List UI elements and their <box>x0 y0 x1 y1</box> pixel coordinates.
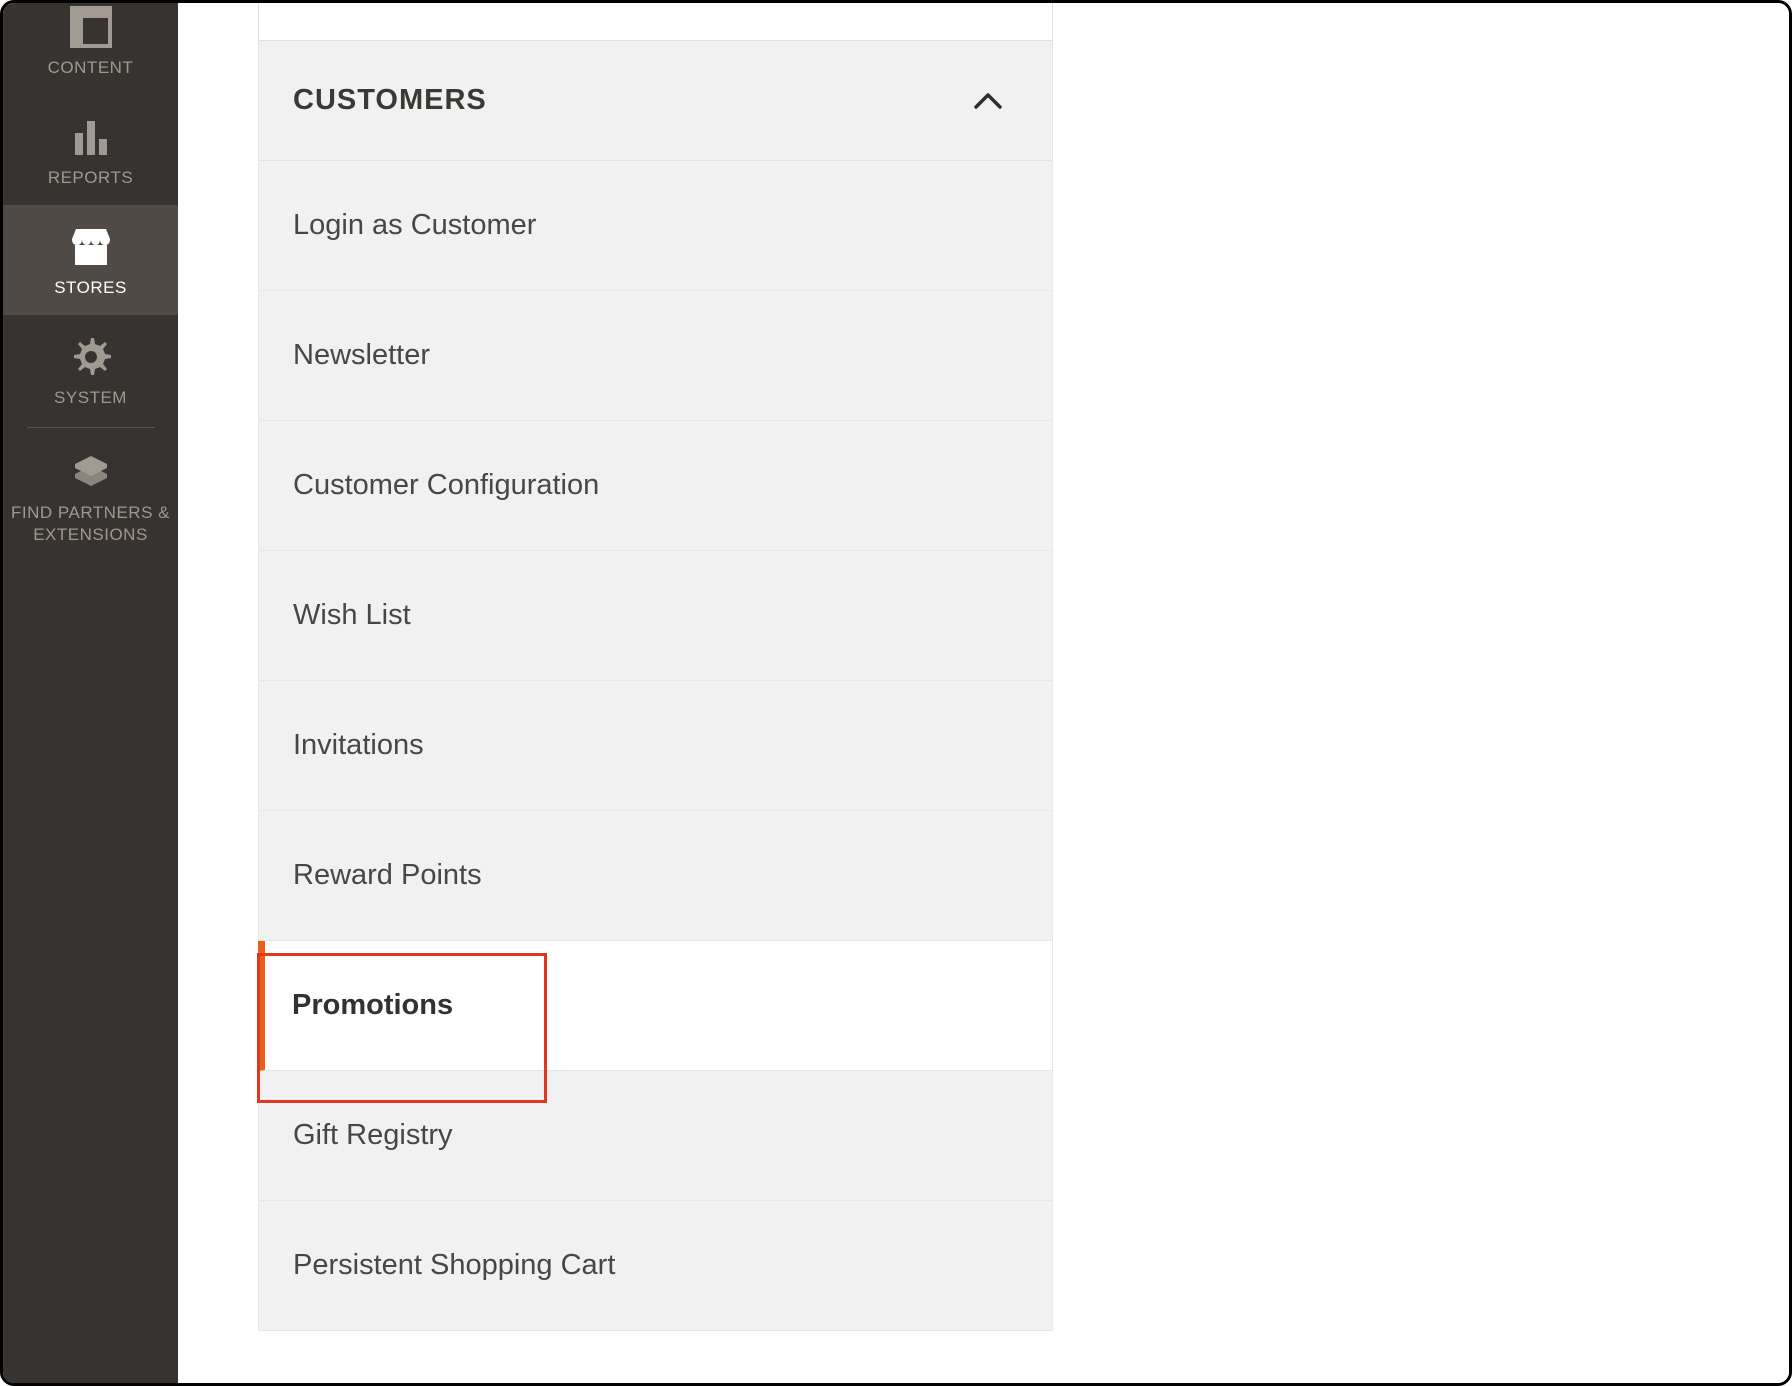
sidebar-item-system[interactable]: SYSTEM <box>3 315 178 425</box>
chevron-up-icon <box>972 85 1004 117</box>
app-frame: CONTENT REPORTS STORES <box>0 0 1792 1386</box>
config-item-invitations[interactable]: Invitations <box>258 681 1053 811</box>
config-item-customer-configuration[interactable]: Customer Configuration <box>258 421 1053 551</box>
sidebar-divider <box>27 427 155 428</box>
config-item-label: Persistent Shopping Cart <box>293 1249 615 1282</box>
sidebar-item-reports[interactable]: REPORTS <box>3 95 178 205</box>
sidebar-item-label: SYSTEM <box>48 387 133 409</box>
config-item-label: Invitations <box>293 729 424 762</box>
config-item-persistent-shopping-cart[interactable]: Persistent Shopping Cart <box>258 1201 1053 1331</box>
gear-icon <box>67 333 115 381</box>
section-header-customers[interactable]: CUSTOMERS <box>258 41 1053 161</box>
previous-section-edge <box>258 3 1053 41</box>
sidebar-item-content[interactable]: CONTENT <box>3 3 178 95</box>
sidebar-item-label: CONTENT <box>42 57 140 79</box>
content-icon <box>67 3 115 51</box>
section-title: CUSTOMERS <box>293 84 487 117</box>
config-item-label: Login as Customer <box>293 209 536 242</box>
config-item-label: Reward Points <box>293 859 482 892</box>
content-area: CUSTOMERS Login as Customer Newsletter C… <box>178 3 1789 1383</box>
admin-sidebar: CONTENT REPORTS STORES <box>3 3 178 1383</box>
config-item-wish-list[interactable]: Wish List <box>258 551 1053 681</box>
config-item-gift-registry[interactable]: Gift Registry <box>258 1071 1053 1201</box>
partners-icon <box>67 448 115 496</box>
sidebar-item-find-partners[interactable]: FIND PARTNERS & EXTENSIONS <box>3 430 178 562</box>
config-item-promotions[interactable]: Promotions <box>258 941 1053 1071</box>
config-item-label: Gift Registry <box>293 1119 453 1152</box>
config-item-reward-points[interactable]: Reward Points <box>258 811 1053 941</box>
sidebar-item-stores[interactable]: STORES <box>3 205 178 315</box>
config-item-label: Promotions <box>292 989 453 1022</box>
stores-icon <box>67 223 115 271</box>
sidebar-item-label: STORES <box>48 277 133 299</box>
sidebar-item-label: FIND PARTNERS & EXTENSIONS <box>3 502 178 546</box>
config-item-label: Newsletter <box>293 339 430 372</box>
config-item-login-as-customer[interactable]: Login as Customer <box>258 161 1053 291</box>
config-column: CUSTOMERS Login as Customer Newsletter C… <box>258 3 1053 1331</box>
reports-icon <box>67 113 115 161</box>
config-item-newsletter[interactable]: Newsletter <box>258 291 1053 421</box>
sidebar-item-label: REPORTS <box>42 167 139 189</box>
config-item-label: Wish List <box>293 599 411 632</box>
config-item-label: Customer Configuration <box>293 469 599 502</box>
